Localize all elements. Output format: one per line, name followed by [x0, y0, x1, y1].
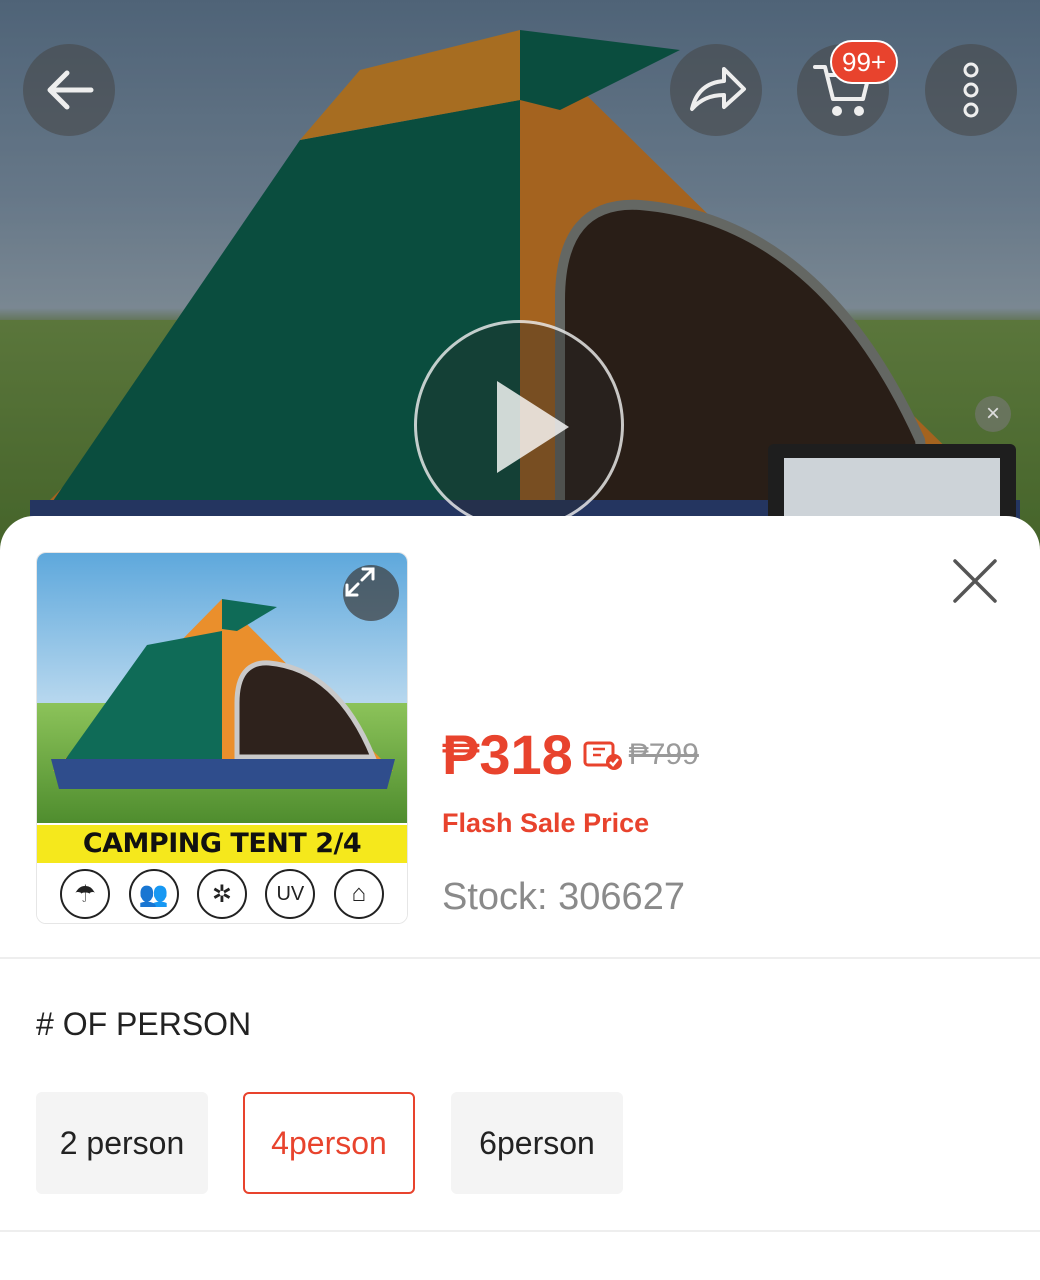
play-video-button[interactable] — [414, 320, 624, 530]
option-4-person-selected[interactable]: 4person — [243, 1092, 415, 1194]
original-price: ₱799 — [628, 737, 699, 771]
mosquito-icon: ✲ — [196, 869, 247, 919]
expand-icon — [345, 567, 375, 597]
more-vertical-icon — [963, 62, 979, 118]
option-6-person[interactable]: 6person — [451, 1092, 623, 1194]
variation-bottom-sheet: CAMPING TENT 2/4 PERSON ☂ 👥 ✲ UV ⌂ ₱318 … — [0, 516, 1040, 1280]
divider — [0, 957, 1040, 959]
price-row: ₱318 ₱799 — [442, 722, 699, 787]
play-icon — [497, 381, 569, 473]
option-2-person[interactable]: 2 person — [36, 1092, 208, 1194]
ventilation-icon: ⌂ — [333, 869, 384, 919]
flash-sale-label: Flash Sale Price — [442, 808, 650, 838]
variation-label: # OF PERSON — [36, 1006, 252, 1042]
close-icon[interactable] — [950, 556, 1000, 606]
share-icon — [690, 67, 746, 111]
thumbnail-banner: CAMPING TENT 2/4 PERSON — [37, 825, 407, 897]
feature-icons-row: ☂ 👥 ✲ UV ⌂ — [37, 865, 407, 923]
share-button[interactable] — [670, 44, 762, 136]
cart-count-badge: 99+ — [830, 40, 899, 84]
divider — [0, 1230, 1040, 1232]
back-arrow-icon — [47, 70, 94, 110]
expand-image-button[interactable] — [343, 565, 399, 621]
back-button[interactable] — [23, 44, 115, 136]
mini-player-close-icon[interactable]: × — [975, 396, 1011, 432]
more-options-button[interactable] — [925, 44, 1017, 136]
people-icon: 👥 — [128, 869, 179, 919]
stock-count: Stock: 306627 — [442, 876, 685, 918]
umbrella-icon: ☂ — [60, 869, 111, 919]
voucher-icon — [583, 741, 622, 770]
uv-icon: UV — [265, 869, 316, 919]
flash-sale-price: ₱318 — [442, 723, 573, 786]
product-thumbnail[interactable]: CAMPING TENT 2/4 PERSON ☂ 👥 ✲ UV ⌂ — [36, 552, 408, 924]
